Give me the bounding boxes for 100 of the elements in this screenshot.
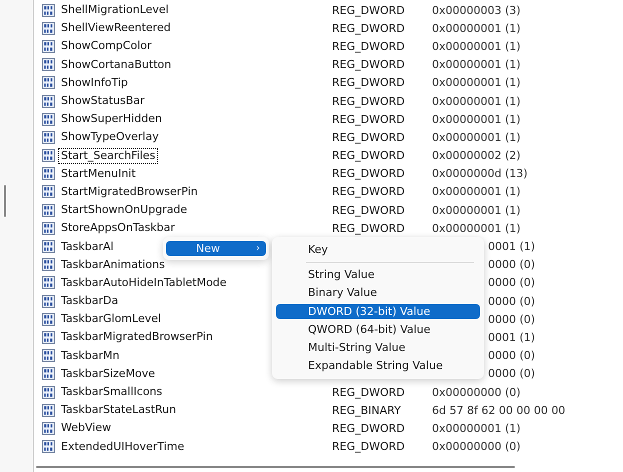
value-type: REG_BINARY — [332, 404, 401, 417]
value-name[interactable]: TaskbarSmallIcons — [58, 384, 166, 400]
value-type: REG_DWORD — [332, 94, 405, 108]
menu-item[interactable]: Key — [276, 241, 480, 259]
binary-value-icon — [42, 149, 55, 162]
value-name[interactable]: TaskbarMn — [58, 348, 122, 364]
binary-value-icon — [42, 404, 55, 417]
value-data: 0000 (0) — [488, 349, 536, 362]
value-data: 0x00000001 (1) — [432, 222, 521, 235]
value-name[interactable]: WebView — [58, 420, 114, 436]
value-data: 0x00000001 (1) — [432, 40, 521, 53]
binary-value-icon — [42, 204, 55, 217]
binary-value-icon — [42, 112, 55, 126]
value-data: 0x00000001 (1) — [432, 185, 521, 198]
value-name[interactable]: ShowCompColor — [58, 38, 155, 54]
menu-item[interactable]: DWORD (32-bit) Value — [276, 304, 480, 319]
value-data: 0000 (0) — [488, 294, 536, 308]
binary-value-icon — [42, 276, 55, 290]
binary-value-icon — [42, 130, 55, 144]
value-name[interactable]: ExtendedUIHoverTime — [58, 438, 188, 455]
value-data: 0001 (1) — [488, 240, 536, 254]
binary-value-icon — [42, 222, 55, 235]
scrollbar-thumb[interactable] — [4, 185, 6, 217]
value-name[interactable]: TaskbarMigratedBrowserPin — [58, 329, 216, 346]
binary-value-icon — [42, 240, 55, 254]
value-type: REG_DWORD — [332, 112, 405, 126]
value-data: 0x00000001 (1) — [432, 22, 521, 35]
horizontal-scrollbar[interactable] — [36, 466, 515, 468]
value-name[interactable]: ShowInfoTip — [58, 74, 131, 91]
value-data: 0x00000001 (1) — [432, 130, 521, 144]
value-data: 0x00000000 (0) — [432, 440, 521, 454]
value-data: 0x00000002 (2) — [432, 149, 521, 162]
menu-item[interactable]: String Value — [276, 266, 480, 284]
value-type: REG_DWORD — [332, 76, 405, 90]
binary-value-icon — [42, 58, 55, 72]
binary-value-icon — [42, 294, 55, 308]
value-type: REG_DWORD — [332, 440, 405, 454]
binary-value-icon — [42, 167, 55, 180]
value-name[interactable]: ShowStatusBar — [58, 93, 148, 110]
value-data: 0x00000000 (0) — [432, 386, 521, 399]
binary-value-icon — [42, 4, 55, 17]
binary-value-icon — [42, 76, 55, 90]
value-type: REG_DWORD — [332, 386, 405, 399]
binary-value-icon — [42, 185, 55, 198]
value-name[interactable]: TaskbarAutoHideInTabletMode — [58, 274, 230, 291]
value-type: REG_DWORD — [332, 130, 405, 144]
value-data: 0x00000003 (3) — [432, 4, 521, 17]
value-data: 0000 (0) — [488, 276, 536, 290]
binary-value-icon — [42, 22, 55, 35]
binary-value-icon — [42, 386, 55, 399]
value-data: 0x00000001 (1) — [432, 58, 521, 72]
menu-item[interactable]: QWORD (64-bit) Value — [276, 321, 480, 339]
value-data: 0x00000001 (1) — [432, 76, 521, 90]
binary-value-icon — [42, 422, 55, 435]
menu-item[interactable]: Multi-String Value — [276, 339, 480, 357]
value-name[interactable]: TaskbarDa — [58, 293, 122, 310]
value-data: 0x00000001 (1) — [432, 112, 521, 126]
value-type: REG_DWORD — [332, 222, 405, 235]
value-name[interactable]: StartMigratedBrowserPin — [58, 184, 201, 200]
value-name[interactable]: TaskbarStateLastRun — [58, 402, 180, 418]
binary-value-icon — [42, 312, 55, 326]
value-name[interactable]: ShellViewReentered — [58, 20, 174, 36]
binary-value-icon — [42, 258, 55, 272]
value-name[interactable]: ShowTypeOverlay — [58, 129, 162, 146]
value-name[interactable]: TaskbarAnimations — [58, 256, 168, 273]
menu-item[interactable]: Expandable String Value — [276, 357, 480, 375]
binary-value-icon — [42, 440, 55, 454]
value-type: REG_DWORD — [332, 40, 405, 53]
value-name[interactable]: TaskbarAl — [58, 238, 117, 255]
binary-value-icon — [42, 367, 55, 380]
binary-value-icon — [42, 40, 55, 53]
value-type: REG_DWORD — [332, 422, 405, 435]
value-data: 0x0000000d (13) — [432, 167, 528, 180]
menu-item[interactable]: New › — [166, 241, 266, 256]
value-data: 0000 (0) — [488, 258, 536, 272]
menu-item[interactable]: Binary Value — [276, 284, 480, 302]
value-name[interactable]: StartShownOnUpgrade — [58, 202, 190, 218]
value-type: REG_DWORD — [332, 4, 405, 17]
value-name[interactable]: ShowCortanaButton — [58, 56, 174, 73]
value-type: REG_DWORD — [332, 149, 405, 162]
value-name[interactable]: Start_SearchFiles — [58, 148, 158, 164]
value-data: 0x00000001 (1) — [432, 94, 521, 108]
value-name[interactable]: StoreAppsOnTaskbar — [58, 220, 178, 236]
value-type: REG_DWORD — [332, 22, 405, 35]
value-name[interactable]: TaskbarSizeMove — [58, 366, 158, 382]
value-name[interactable]: ShellMigrationLevel — [58, 2, 172, 18]
value-name[interactable]: TaskbarGlomLevel — [58, 311, 164, 328]
value-name[interactable]: ShowSuperHidden — [58, 111, 165, 128]
value-data: 0000 (0) — [488, 367, 536, 380]
value-type: REG_DWORD — [332, 167, 405, 180]
binary-value-icon — [42, 330, 55, 344]
value-data: 0x00000001 (1) — [432, 204, 521, 217]
value-data: 6d 57 8f 62 00 00 00 00 — [432, 404, 566, 417]
value-name[interactable]: StartMenuInit — [58, 166, 139, 182]
value-data: 0x00000001 (1) — [432, 422, 521, 435]
value-data: 0000 (0) — [488, 312, 536, 326]
value-data: 0001 (1) — [488, 330, 536, 344]
binary-value-icon — [42, 94, 55, 108]
binary-value-icon — [42, 349, 55, 362]
value-type: REG_DWORD — [332, 185, 405, 198]
